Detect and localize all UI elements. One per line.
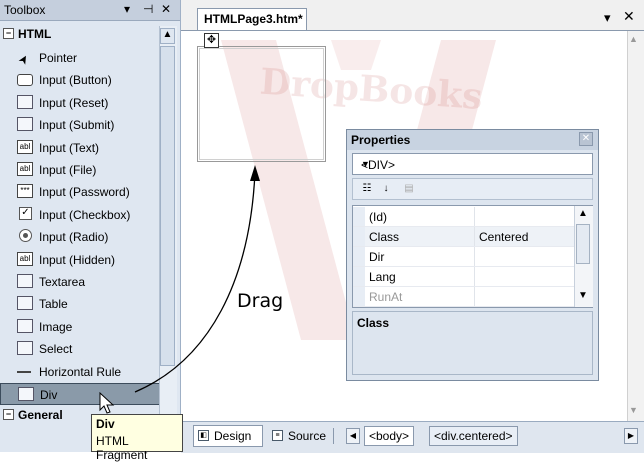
property-row[interactable]: (Id) <box>353 207 574 227</box>
close-icon[interactable]: ✕ <box>579 132 593 146</box>
tab-source[interactable]: ≡ Source <box>272 427 332 447</box>
property-name: Dir <box>369 250 385 264</box>
tab-design-label: Design <box>214 429 252 443</box>
properties-toolbar: ☷ ↓ ▤ <box>352 178 593 200</box>
row-gutter <box>353 227 365 246</box>
row-gutter <box>353 247 365 266</box>
divider <box>333 428 334 444</box>
breadcrumb-body[interactable]: <body> <box>364 426 415 446</box>
chevron-right-icon[interactable]: ▶ <box>624 428 638 444</box>
row-gutter <box>353 287 365 306</box>
property-name: Lang <box>369 270 396 284</box>
property-row[interactable]: RunAt <box>353 287 574 307</box>
column-divider <box>474 247 475 266</box>
column-divider <box>474 207 475 226</box>
source-view-icon: ≡ <box>272 430 283 441</box>
drag-label: Drag <box>237 290 284 312</box>
tab-source-label: Source <box>288 429 327 443</box>
property-name: RunAt <box>369 290 403 304</box>
breadcrumb-div[interactable]: <div.centered> <box>429 426 518 446</box>
design-view-icon: ◧ <box>198 430 209 441</box>
properties-titlebar[interactable]: Properties <box>347 130 598 150</box>
scrollbar-thumb[interactable] <box>576 224 590 264</box>
column-divider <box>474 227 475 246</box>
property-value[interactable]: Centered <box>479 230 528 244</box>
scroll-up-arrow-icon[interactable]: ▲ <box>576 208 590 224</box>
alphabetical-sort-icon[interactable]: ↓ <box>378 182 394 196</box>
tooltip-subtitle: HTML Fragment <box>96 434 148 462</box>
chevron-left-icon[interactable]: ◀ <box>346 428 360 444</box>
column-divider <box>474 287 475 306</box>
chevron-down-icon[interactable]: ▼ <box>361 159 588 169</box>
column-divider <box>474 267 475 286</box>
mouse-cursor-icon <box>99 392 115 414</box>
property-pages-icon[interactable]: ▤ <box>401 182 417 196</box>
property-name: Class <box>369 230 400 244</box>
property-row[interactable]: Class Centered <box>353 227 574 247</box>
scroll-down-arrow-icon[interactable]: ▼ <box>576 290 590 306</box>
tooltip: Div HTML Fragment <box>91 414 183 462</box>
row-gutter <box>353 267 365 286</box>
property-name: (Id) <box>369 210 387 224</box>
tab-design-content[interactable]: ◧ Design <box>198 427 260 447</box>
description-title: Class <box>357 316 390 330</box>
tooltip-title: Div <box>96 417 115 431</box>
row-gutter <box>353 207 365 226</box>
property-row[interactable]: Dir <box>353 247 574 267</box>
properties-title: Properties <box>351 133 411 147</box>
object-selector[interactable]: <DIV> ▼ <box>352 153 593 175</box>
property-description: Class <box>352 311 593 375</box>
categorized-icon[interactable]: ☷ <box>359 182 375 196</box>
property-row[interactable]: Lang <box>353 267 574 287</box>
